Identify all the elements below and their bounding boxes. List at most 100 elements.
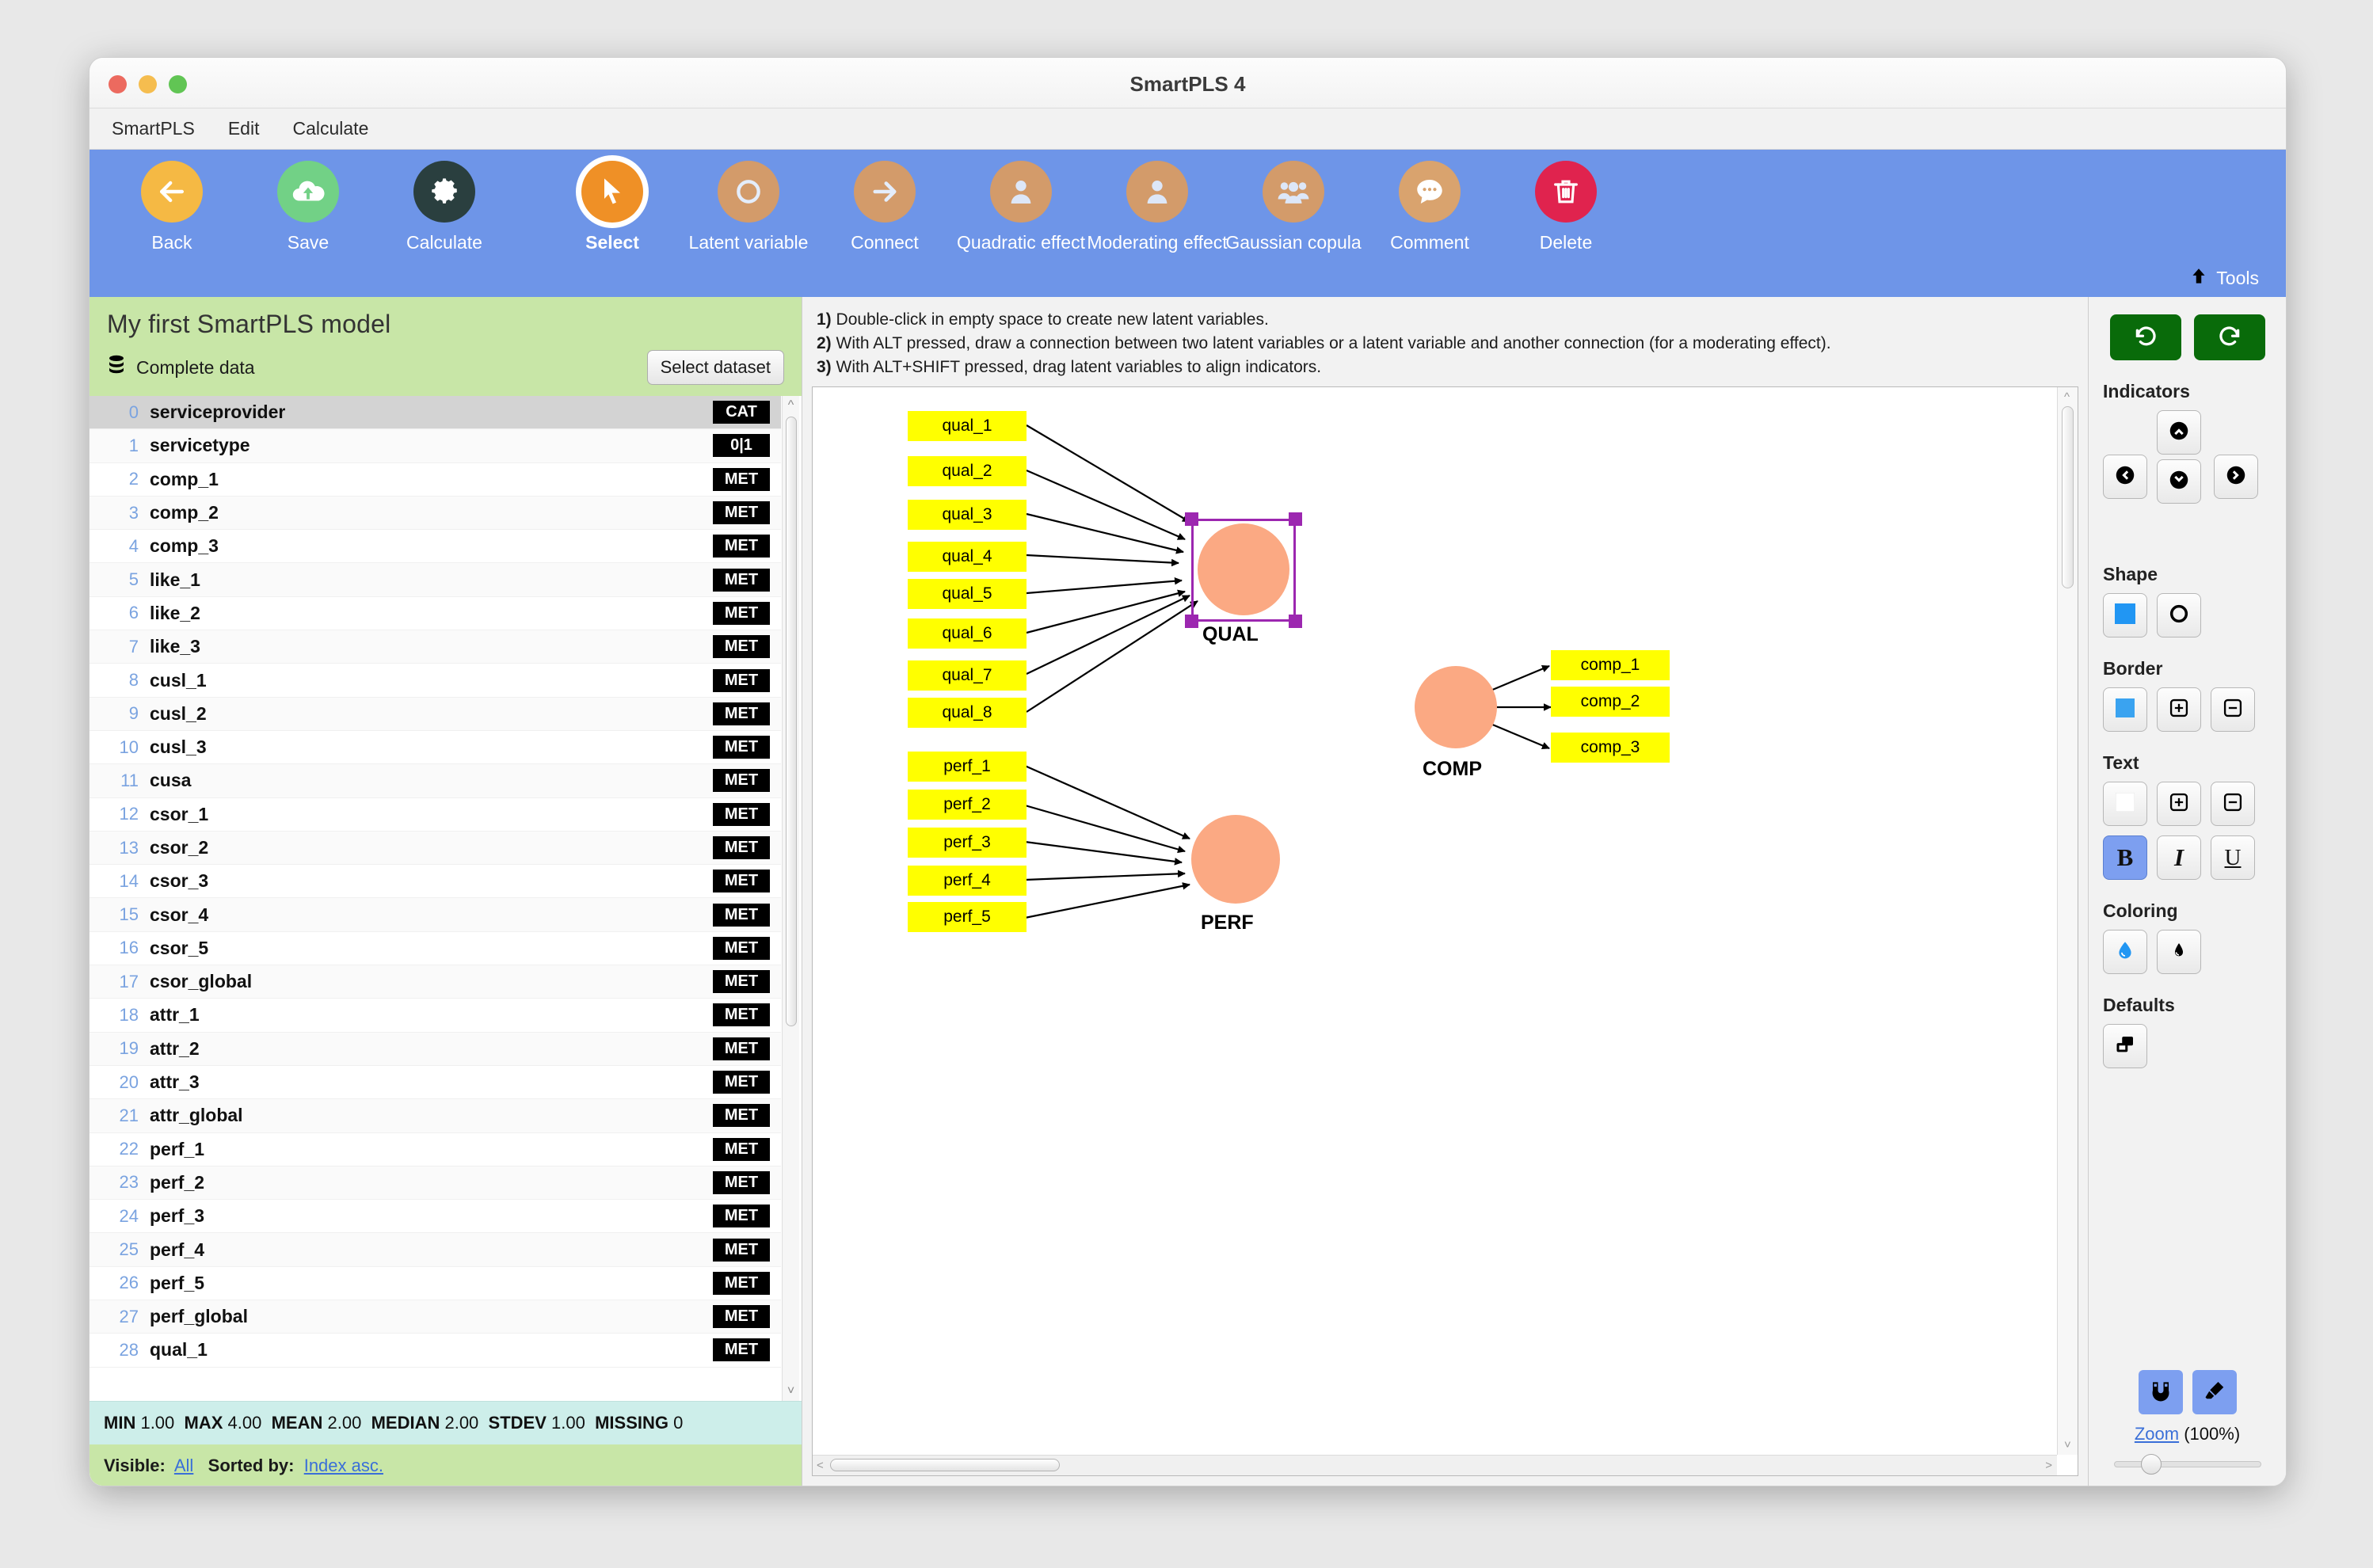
- variable-row[interactable]: 2 comp_1 MET: [90, 463, 781, 497]
- tools-button[interactable]: Tools: [2188, 266, 2259, 291]
- indicators-down-button[interactable]: [2157, 459, 2201, 504]
- indicator-box[interactable]: qual_5: [908, 579, 1027, 610]
- variable-row[interactable]: 26 perf_5 MET: [90, 1267, 781, 1301]
- variable-type-badge[interactable]: MET: [713, 467, 770, 491]
- scroll-up-icon[interactable]: ^: [783, 398, 799, 413]
- variable-type-badge[interactable]: MET: [713, 1338, 770, 1362]
- variable-type-badge[interactable]: MET: [713, 601, 770, 625]
- shape-rectangle-button[interactable]: [2103, 593, 2147, 637]
- latent-variable-node[interactable]: [1191, 815, 1280, 904]
- undo-button[interactable]: [2109, 314, 2181, 360]
- canvas-scroll-left-icon[interactable]: <: [817, 1459, 824, 1472]
- zoom-link[interactable]: Zoom: [2135, 1424, 2179, 1444]
- border-increase-button[interactable]: [2157, 687, 2201, 732]
- variable-list[interactable]: 0 serviceprovider CAT 1 servicetype 0|1 2 comp_…: [90, 396, 781, 1401]
- variable-row[interactable]: 10 cusl_3 MET: [90, 731, 781, 765]
- menu-calculate[interactable]: Calculate: [292, 118, 368, 139]
- bold-button[interactable]: B: [2103, 835, 2147, 880]
- text-decrease-button[interactable]: [2211, 782, 2255, 826]
- variable-row[interactable]: 23 perf_2 MET: [90, 1166, 781, 1201]
- restore-defaults-button[interactable]: [2103, 1024, 2147, 1068]
- sort-order-link[interactable]: Index asc.: [304, 1456, 383, 1475]
- border-decrease-button[interactable]: [2211, 687, 2255, 732]
- variable-type-badge[interactable]: MET: [713, 836, 770, 859]
- select-dataset-button[interactable]: Select dataset: [646, 350, 784, 385]
- canvas-vertical-scrollbar[interactable]: ^ ˅: [2057, 387, 2078, 1455]
- variable-row[interactable]: 0 serviceprovider CAT: [90, 396, 781, 430]
- variable-type-badge[interactable]: MET: [713, 568, 770, 592]
- indicator-box[interactable]: perf_3: [908, 828, 1027, 858]
- shape-circle-button[interactable]: [2157, 593, 2201, 637]
- menu-smartpls[interactable]: SmartPLS: [112, 118, 195, 139]
- indicator-box[interactable]: qual_3: [908, 500, 1027, 531]
- variable-type-badge[interactable]: MET: [713, 870, 770, 893]
- scrollbar-thumb[interactable]: [786, 417, 797, 1026]
- variable-row[interactable]: 19 attr_2 MET: [90, 1032, 781, 1066]
- variable-type-badge[interactable]: MET: [713, 736, 770, 759]
- variable-type-badge[interactable]: MET: [713, 1170, 770, 1194]
- variable-row[interactable]: 28 qual_1 MET: [90, 1334, 781, 1368]
- variable-row[interactable]: 11 cusa MET: [90, 764, 781, 798]
- variable-type-badge[interactable]: MET: [713, 501, 770, 525]
- snap-to-grid-button[interactable]: [2138, 1370, 2183, 1414]
- canvas-scroll-right-icon[interactable]: >: [2045, 1459, 2052, 1472]
- variable-row[interactable]: 21 attr_global MET: [90, 1099, 781, 1133]
- variable-type-badge[interactable]: MET: [713, 769, 770, 793]
- variable-row[interactable]: 17 csor_global MET: [90, 965, 781, 999]
- indicator-box[interactable]: perf_5: [908, 902, 1027, 933]
- variable-row[interactable]: 5 like_1 MET: [90, 563, 781, 597]
- indicators-up-button[interactable]: [2157, 410, 2201, 455]
- select-tool-button[interactable]: Select: [544, 161, 680, 253]
- menu-edit[interactable]: Edit: [228, 118, 260, 139]
- variable-row[interactable]: 3 comp_2 MET: [90, 496, 781, 531]
- variable-row[interactable]: 24 perf_3 MET: [90, 1200, 781, 1234]
- indicator-box[interactable]: qual_1: [908, 411, 1027, 442]
- canvas-horizontal-scrollbar[interactable]: < >: [813, 1455, 2057, 1475]
- text-increase-button[interactable]: [2157, 782, 2201, 826]
- indicator-box[interactable]: comp_2: [1551, 687, 1670, 717]
- variable-type-badge[interactable]: MET: [713, 1238, 770, 1262]
- variable-row[interactable]: 1 servicetype 0|1: [90, 429, 781, 463]
- connect-button[interactable]: Connect: [817, 161, 953, 253]
- variable-type-badge[interactable]: MET: [713, 1003, 770, 1027]
- variable-row[interactable]: 25 perf_4 MET: [90, 1233, 781, 1267]
- variable-row[interactable]: 15 csor_4 MET: [90, 898, 781, 932]
- variable-row[interactable]: 9 cusl_2 MET: [90, 697, 781, 731]
- zoom-slider-handle[interactable]: [2140, 1454, 2162, 1475]
- fill-color-button[interactable]: [2103, 930, 2147, 974]
- canvas-vscroll-thumb[interactable]: [2062, 406, 2074, 589]
- canvas-scroll-down-icon[interactable]: ˅: [2064, 1438, 2071, 1452]
- variable-type-badge[interactable]: MET: [713, 1104, 770, 1128]
- latent-variable-button[interactable]: Latent variable: [680, 161, 817, 253]
- indicator-box[interactable]: qual_4: [908, 542, 1027, 573]
- variable-type-badge[interactable]: MET: [713, 1305, 770, 1329]
- indicator-box[interactable]: qual_6: [908, 618, 1027, 649]
- indicator-box[interactable]: qual_2: [908, 456, 1027, 487]
- variable-type-badge[interactable]: MET: [713, 1037, 770, 1060]
- variable-row[interactable]: 6 like_2 MET: [90, 597, 781, 631]
- comment-button[interactable]: Comment: [1362, 161, 1498, 253]
- variable-type-badge[interactable]: MET: [713, 802, 770, 826]
- quadratic-effect-button[interactable]: Quadratic effect: [953, 161, 1089, 253]
- gaussian-copula-button[interactable]: Gaussian copula: [1225, 161, 1362, 253]
- variable-row[interactable]: 18 attr_1 MET: [90, 999, 781, 1033]
- indicator-box[interactable]: qual_8: [908, 698, 1027, 729]
- variable-type-badge[interactable]: MET: [713, 1205, 770, 1228]
- canvas-scroll-up-icon[interactable]: ^: [2064, 390, 2070, 404]
- variable-type-badge[interactable]: MET: [713, 1071, 770, 1094]
- variable-row[interactable]: 8 cusl_1 MET: [90, 664, 781, 698]
- border-color-button[interactable]: [2103, 687, 2147, 732]
- scroll-down-icon[interactable]: ˅: [783, 1383, 799, 1399]
- moderating-effect-button[interactable]: Moderating effect: [1087, 161, 1228, 253]
- variable-type-badge[interactable]: MET: [713, 936, 770, 960]
- text-color-button[interactable]: [2103, 782, 2147, 826]
- model-canvas[interactable]: qual_1 qual_2 qual_3 qual_4 qual_5 qual_6qual…: [813, 387, 2057, 1455]
- canvas-hscroll-thumb[interactable]: [830, 1459, 1060, 1471]
- indicator-box[interactable]: perf_2: [908, 790, 1027, 820]
- variable-row[interactable]: 4 comp_3 MET: [90, 530, 781, 564]
- variable-row[interactable]: 22 perf_1 MET: [90, 1133, 781, 1166]
- variable-row[interactable]: 14 csor_3 MET: [90, 865, 781, 899]
- variable-type-badge[interactable]: 0|1: [713, 434, 770, 458]
- variable-type-badge[interactable]: MET: [713, 1137, 770, 1161]
- selection-handle[interactable]: [1289, 512, 1302, 527]
